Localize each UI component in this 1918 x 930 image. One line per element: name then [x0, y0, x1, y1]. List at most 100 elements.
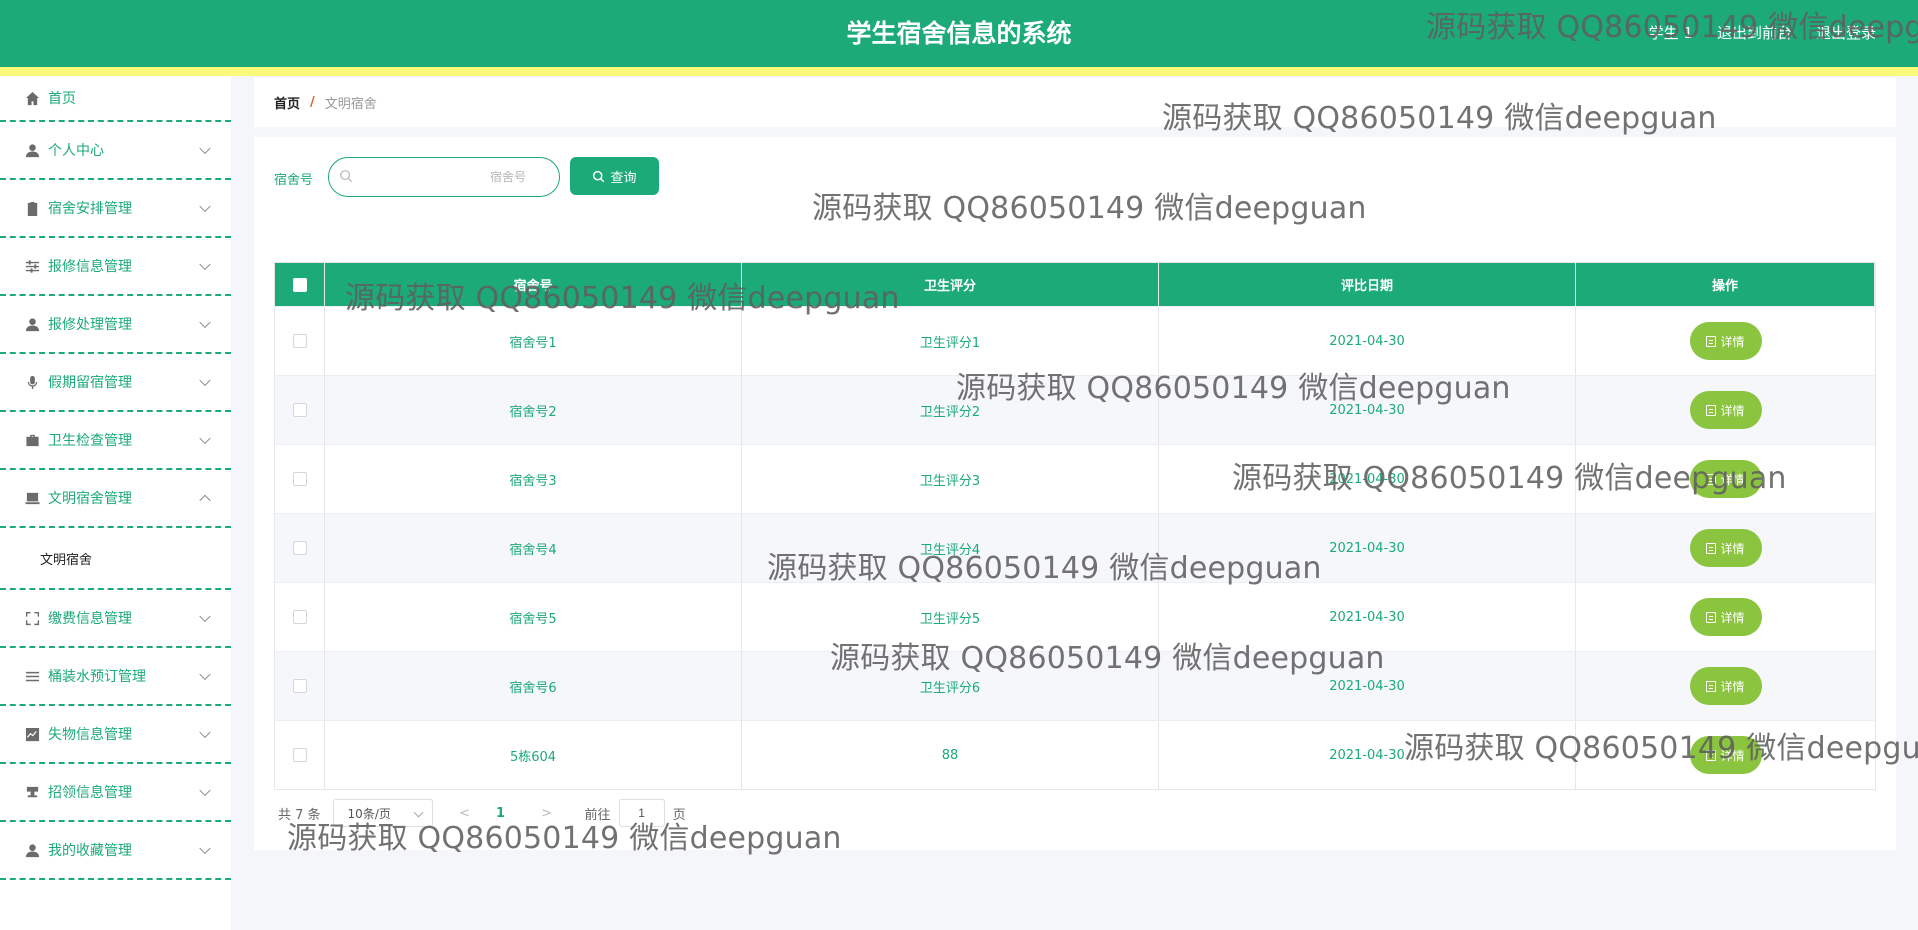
current-user-link[interactable]: 学生 1 [1649, 22, 1693, 43]
row-checkbox-cell [275, 376, 325, 444]
row-checkbox[interactable] [292, 610, 307, 624]
table-cell: 88 [742, 721, 1159, 789]
search-icon [340, 170, 353, 183]
table-cell: 2021-04-30 [1159, 307, 1576, 375]
sidebar-item-claim-info[interactable]: 招领信息管理 [0, 764, 231, 822]
page-number-current[interactable]: 1 [487, 806, 515, 821]
row-checkbox[interactable] [292, 472, 307, 486]
table-cell: 宿舍号1 [325, 307, 742, 375]
fullscreen-icon [24, 610, 40, 626]
search-icon [593, 170, 605, 182]
detail-button[interactable]: 详情 [1689, 598, 1762, 636]
sidebar-item-label: 报修信息管理 [48, 259, 132, 275]
sidebar-item-label: 我的收藏管理 [48, 843, 132, 859]
list-icon [24, 668, 40, 684]
detail-button[interactable]: 详情 [1689, 736, 1762, 774]
table-cell: 卫生评分6 [742, 652, 1159, 720]
sidebar-item-favorites[interactable]: 我的收藏管理 [0, 822, 231, 880]
sidebar-item-home[interactable]: 首页 [0, 76, 231, 122]
chevron-down-icon [199, 142, 211, 155]
row-checkbox-cell [275, 307, 325, 375]
table-cell: 2021-04-30 [1159, 445, 1576, 513]
header-links: 学生 1 退出到前台 退出登录 [1649, 22, 1876, 43]
table-body: 宿舍号1 卫生评分1 2021-04-30 详情 宿舍号2 卫生评分2 2021-04-30… [275, 306, 1875, 789]
main-content: 宿舍号 查询 宿舍号 卫生评分 评比日期 操作 宿舍号1卫生评分12021-04… [254, 137, 1896, 850]
sidebar-item-lost-items[interactable]: 失物信息管理 [0, 706, 231, 764]
row-checkbox[interactable] [292, 679, 307, 693]
action-cell: 详情 [1576, 514, 1875, 582]
home-icon [24, 90, 40, 106]
sidebar-item-label: 招领信息管理 [48, 785, 132, 801]
row-checkbox[interactable] [292, 334, 307, 348]
sidebar-item-water-order[interactable]: 桶装水预订管理 [0, 648, 231, 706]
sidebar-item-dorm-arrangement[interactable]: 宿舍安排管理 [0, 180, 231, 238]
document-icon [1706, 749, 1717, 761]
table-row: 宿舍号4 卫生评分4 2021-04-30 详情 [275, 513, 1875, 582]
breadcrumb-home[interactable]: 首页 [274, 93, 300, 112]
logout-link[interactable]: 退出登录 [1816, 22, 1876, 43]
sidebar-item-label: 桶装水预订管理 [48, 669, 146, 685]
sidebar-item-label: 卫生检查管理 [48, 433, 132, 449]
sidebar-item-label: 缴费信息管理 [48, 611, 132, 627]
submenu-item-civilized-dorm[interactable]: 文明宿舍 [0, 528, 231, 590]
action-cell: 详情 [1576, 376, 1875, 444]
action-cell: 详情 [1576, 583, 1875, 651]
table-cell: 2021-04-30 [1159, 652, 1576, 720]
row-checkbox-cell [275, 445, 325, 513]
breadcrumb-separator: / [310, 95, 315, 110]
detail-button[interactable]: 详情 [1689, 460, 1762, 498]
chevron-down-icon [199, 316, 211, 329]
table-cell: 宿舍号3 [325, 445, 742, 513]
detail-button[interactable]: 详情 [1689, 322, 1762, 360]
page-size-select[interactable]: 10条/页 [332, 799, 433, 827]
briefcase-icon [24, 432, 40, 448]
breadcrumb: 首页 / 文明宿舍 [254, 78, 1896, 127]
sidebar-item-holiday-stay[interactable]: 假期留宿管理 [0, 354, 231, 412]
query-button[interactable]: 查询 [570, 157, 659, 195]
next-page-button[interactable]: > [533, 806, 561, 821]
prev-page-button[interactable]: < [451, 806, 479, 821]
sidebar-item-civilized-dorm[interactable]: 文明宿舍管理 [0, 470, 231, 528]
sidebar-item-label: 失物信息管理 [48, 727, 132, 743]
dorm-number-search-input[interactable] [361, 164, 551, 190]
table-cell: 卫生评分2 [742, 376, 1159, 444]
document-icon [1706, 680, 1717, 692]
document-icon [1706, 404, 1717, 416]
chevron-down-icon [199, 374, 211, 387]
document-icon [1706, 542, 1717, 554]
column-header[interactable]: 卫生评分 [742, 263, 1159, 306]
select-all-checkbox[interactable] [292, 277, 307, 292]
pagination: 共 7 条 10条/页 < 1 > 前往 页 [278, 799, 686, 827]
column-header[interactable]: 评比日期 [1159, 263, 1576, 306]
detail-button[interactable]: 详情 [1689, 391, 1762, 429]
detail-button[interactable]: 详情 [1689, 529, 1762, 567]
row-checkbox[interactable] [292, 541, 307, 555]
detail-button-label: 详情 [1720, 610, 1745, 625]
chevron-down-icon [199, 726, 211, 739]
chevron-down-icon [199, 610, 211, 623]
table-row: 宿舍号1 卫生评分1 2021-04-30 详情 [275, 306, 1875, 375]
detail-button[interactable]: 详情 [1689, 667, 1762, 705]
sidebar-item-label: 文明宿舍管理 [48, 491, 132, 507]
sidebar-item-repair-info[interactable]: 报修信息管理 [0, 238, 231, 296]
page-suffix: 页 [672, 807, 686, 823]
table-row: 宿舍号2 卫生评分2 2021-04-30 详情 [275, 375, 1875, 444]
chevron-up-icon [199, 494, 211, 507]
sidebar-item-payment-info[interactable]: 缴费信息管理 [0, 590, 231, 648]
query-button-label: 查询 [610, 169, 637, 185]
sidebar-item-profile[interactable]: 个人中心 [0, 122, 231, 180]
back-to-front-link[interactable]: 退出到前台 [1717, 22, 1792, 43]
action-cell: 详情 [1576, 307, 1875, 375]
row-checkbox-cell [275, 514, 325, 582]
sidebar-item-repair-handling[interactable]: 报修处理管理 [0, 296, 231, 354]
table-cell: 宿舍号6 [325, 652, 742, 720]
search-box [328, 157, 560, 197]
column-header[interactable]: 宿舍号 [325, 263, 742, 306]
user-icon [24, 316, 40, 332]
row-checkbox[interactable] [292, 748, 307, 762]
goto-page-input[interactable] [618, 799, 665, 827]
table-cell: 宿舍号2 [325, 376, 742, 444]
table-row: 宿舍号6 卫生评分6 2021-04-30 详情 [275, 651, 1875, 720]
sidebar-item-hygiene-check[interactable]: 卫生检查管理 [0, 412, 231, 470]
row-checkbox[interactable] [292, 403, 307, 417]
